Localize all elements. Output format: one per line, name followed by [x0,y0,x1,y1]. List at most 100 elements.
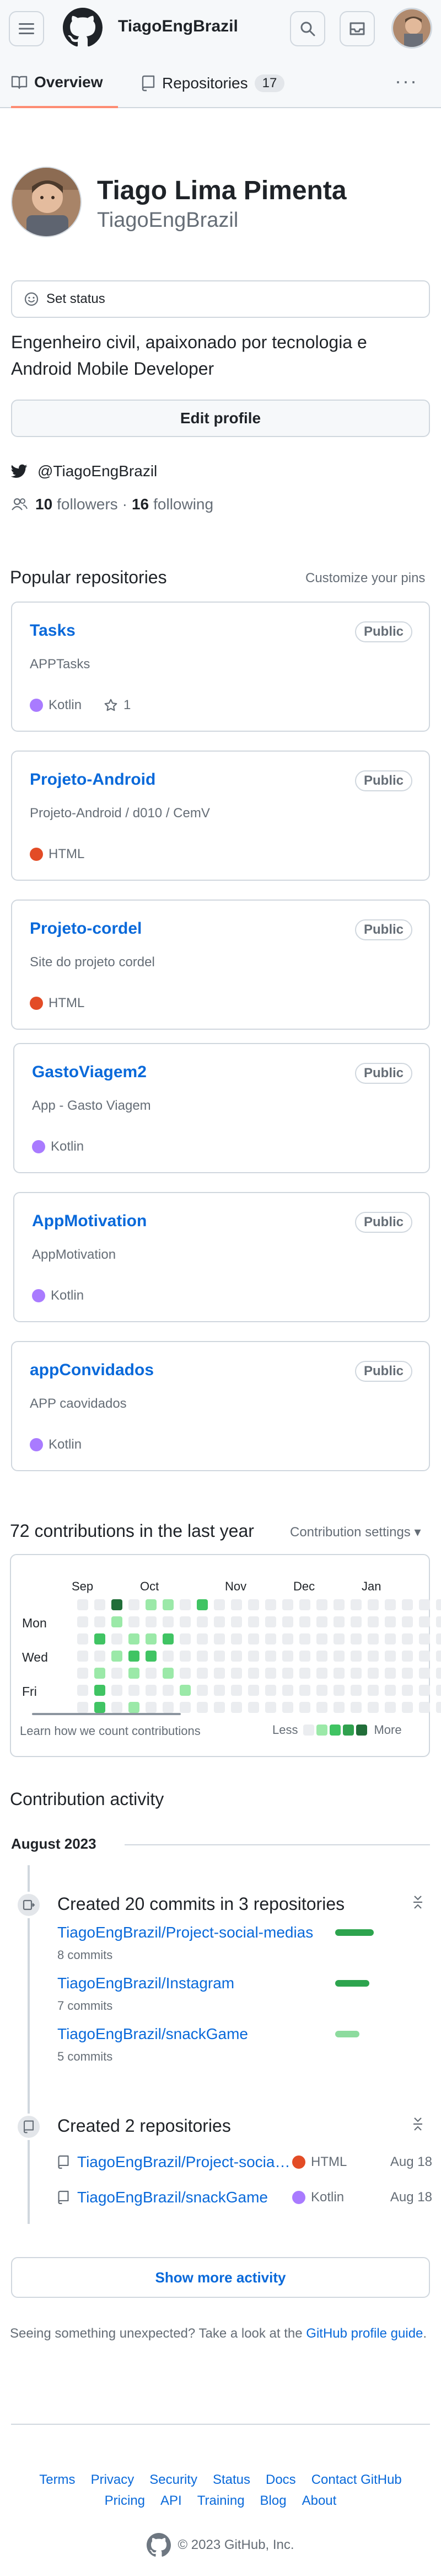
contribution-day-cell[interactable] [111,1702,122,1713]
contribution-day-cell[interactable] [351,1633,362,1644]
contribution-day-cell[interactable] [419,1651,430,1662]
contribution-day-cell[interactable] [282,1599,293,1610]
contribution-day-cell[interactable] [334,1668,345,1679]
contribution-day-cell[interactable] [334,1616,345,1627]
repo-name-link[interactable]: appConvidados [30,1361,154,1380]
contribution-day-cell[interactable] [180,1668,191,1679]
profile-guide-link[interactable]: GitHub profile guide [306,2326,423,2341]
more-tabs-button[interactable]: ··· [395,70,418,93]
contribution-day-cell[interactable] [299,1616,310,1627]
contribution-day-cell[interactable] [334,1702,345,1713]
footer-link-docs[interactable]: Docs [266,2472,296,2488]
contribution-day-cell[interactable] [128,1668,139,1679]
contribution-day-cell[interactable] [419,1616,430,1627]
followers-count[interactable]: 10 [35,496,52,513]
contribution-day-cell[interactable] [248,1668,259,1679]
contribution-day-cell[interactable] [180,1616,191,1627]
contribution-day-cell[interactable] [248,1633,259,1644]
contribution-day-cell[interactable] [94,1668,105,1679]
contribution-day-cell[interactable] [351,1651,362,1662]
star-count[interactable]: 1 [123,698,131,713]
contribution-day-cell[interactable] [94,1702,105,1713]
graph-scrollbar[interactable] [32,1713,181,1715]
avatar[interactable] [391,8,432,49]
contribution-day-cell[interactable] [214,1599,225,1610]
github-mark-icon[interactable] [147,2533,171,2557]
contribution-day-cell[interactable] [146,1685,157,1696]
contribution-day-cell[interactable] [146,1651,157,1662]
contribution-day-cell[interactable] [248,1702,259,1713]
contribution-day-cell[interactable] [316,1599,327,1610]
contribution-day-cell[interactable] [419,1599,430,1610]
contribution-day-cell[interactable] [265,1599,276,1610]
commit-count-link[interactable]: 8 commits [57,1948,112,1962]
contribution-day-cell[interactable] [316,1651,327,1662]
twitter-link[interactable]: @TiagoEngBrazil [11,462,157,480]
contribution-day-cell[interactable] [128,1599,139,1610]
contribution-day-cell[interactable] [94,1599,105,1610]
contribution-day-cell[interactable] [180,1651,191,1662]
contribution-day-cell[interactable] [77,1668,88,1679]
repo-name-link[interactable]: Tasks [30,621,76,640]
contribution-day-cell[interactable] [231,1616,242,1627]
contribution-day-cell[interactable] [265,1685,276,1696]
contribution-day-cell[interactable] [385,1685,396,1696]
contribution-day-cell[interactable] [316,1633,327,1644]
contribution-day-cell[interactable] [351,1599,362,1610]
contribution-day-cell[interactable] [436,1702,441,1713]
footer-link-terms[interactable]: Terms [39,2472,75,2488]
contribution-day-cell[interactable] [282,1668,293,1679]
contribution-day-cell[interactable] [299,1702,310,1713]
contribution-day-cell[interactable] [77,1702,88,1713]
contribution-day-cell[interactable] [316,1668,327,1679]
contribution-day-cell[interactable] [94,1616,105,1627]
repo-name-link[interactable]: Projeto-cordel [30,919,142,938]
contribution-day-cell[interactable] [111,1685,122,1696]
contribution-day-cell[interactable] [299,1651,310,1662]
footer-link-security[interactable]: Security [149,2472,197,2488]
contribution-day-cell[interactable] [146,1599,157,1610]
contribution-day-cell[interactable] [368,1651,379,1662]
contribution-day-cell[interactable] [197,1668,208,1679]
contribution-day-cell[interactable] [214,1651,225,1662]
contribution-day-cell[interactable] [368,1616,379,1627]
repo-name-link[interactable]: AppMotivation [32,1212,147,1231]
contribution-day-cell[interactable] [265,1702,276,1713]
contribution-day-cell[interactable] [368,1599,379,1610]
commit-repo-link[interactable]: TiagoEngBrazil/Instagram [57,1974,234,1992]
contribution-day-cell[interactable] [180,1702,191,1713]
contribution-day-cell[interactable] [77,1651,88,1662]
contribution-day-cell[interactable] [231,1633,242,1644]
followers-label[interactable]: followers [57,496,117,513]
contribution-day-cell[interactable] [197,1633,208,1644]
contribution-day-cell[interactable] [436,1651,441,1662]
contribution-day-cell[interactable] [351,1702,362,1713]
contribution-day-cell[interactable] [316,1702,327,1713]
contribution-day-cell[interactable] [282,1616,293,1627]
menu-button[interactable] [9,11,44,46]
contribution-day-cell[interactable] [214,1616,225,1627]
footer-link-status[interactable]: Status [213,2472,250,2488]
commit-count-link[interactable]: 7 commits [57,1999,112,2013]
new-repo-link[interactable]: TiagoEngBrazil/snackGame [77,2189,292,2206]
contribution-day-cell[interactable] [180,1633,191,1644]
contribution-day-cell[interactable] [111,1633,122,1644]
contribution-day-cell[interactable] [299,1685,310,1696]
contribution-day-cell[interactable] [77,1685,88,1696]
contribution-day-cell[interactable] [248,1651,259,1662]
footer-link-pricing[interactable]: Pricing [105,2493,145,2509]
contribution-day-cell[interactable] [248,1616,259,1627]
contribution-day-cell[interactable] [316,1616,327,1627]
contribution-day-cell[interactable] [351,1616,362,1627]
contribution-day-cell[interactable] [385,1633,396,1644]
contribution-day-cell[interactable] [231,1685,242,1696]
contribution-day-cell[interactable] [94,1633,105,1644]
contribution-day-cell[interactable] [197,1651,208,1662]
contribution-day-cell[interactable] [197,1685,208,1696]
contribution-day-cell[interactable] [163,1651,174,1662]
contribution-day-cell[interactable] [265,1651,276,1662]
edit-profile-button[interactable]: Edit profile [11,400,430,437]
star-icon[interactable] [104,698,118,712]
contribution-day-cell[interactable] [77,1599,88,1610]
contribution-day-cell[interactable] [231,1668,242,1679]
